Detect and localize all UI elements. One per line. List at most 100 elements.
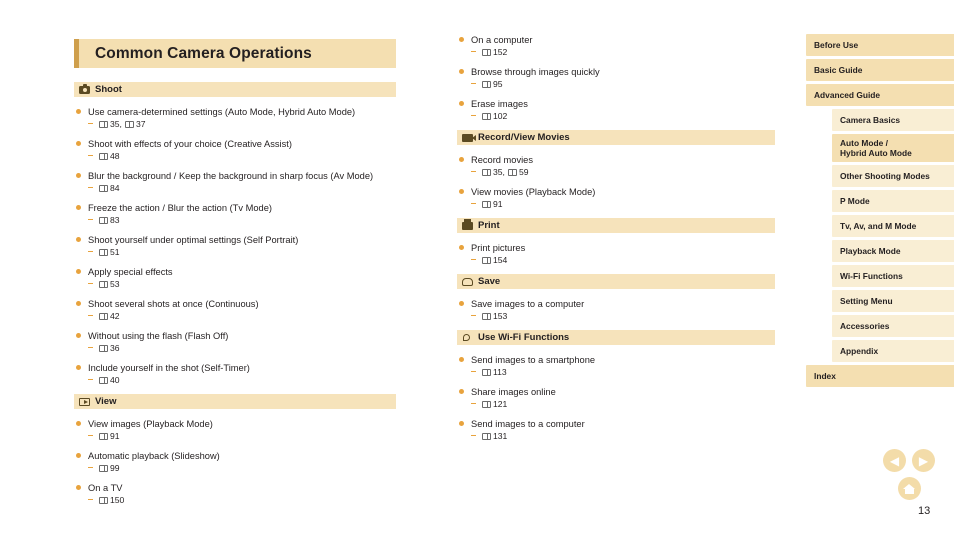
page-reference[interactable]: 152	[482, 47, 507, 57]
toc-entry[interactable]: On a computer 152	[457, 34, 775, 57]
page-reference[interactable]: 84	[99, 183, 120, 193]
page-reference-number: 102	[493, 111, 508, 121]
nav-item-other-shooting-modes[interactable]: Other Shooting Modes	[832, 165, 954, 187]
toc-entry[interactable]: On a TV 150	[74, 482, 396, 505]
prev-page-button[interactable]: ◀	[883, 449, 906, 472]
page-reference-number: 84	[110, 183, 120, 193]
page-reference-number: 95	[493, 79, 503, 89]
toc-entry[interactable]: Include yourself in the shot (Self-Timer…	[74, 362, 396, 385]
page-reference[interactable]: 121	[482, 399, 507, 409]
book-icon	[99, 185, 108, 192]
toc-entry[interactable]: Print pictures 154	[457, 242, 775, 265]
toc-entry-label: Send images to a smartphone	[471, 355, 596, 365]
page-reference[interactable]: 83	[99, 215, 120, 225]
toc-entry[interactable]: Shoot several shots at once (Continuous)…	[74, 298, 396, 321]
page-reference[interactable]: 113	[482, 367, 507, 377]
page-title-banner: Common Camera Operations	[74, 39, 396, 68]
page-reference-number: 35,	[493, 167, 505, 177]
home-button[interactable]	[898, 477, 921, 500]
book-icon	[99, 313, 108, 320]
nav-item-basic-guide[interactable]: Basic Guide	[806, 59, 954, 81]
toc-entry[interactable]: Shoot yourself under optimal settings (S…	[74, 234, 396, 257]
section-header-view: View	[74, 394, 396, 409]
page-reference[interactable]: 154	[482, 255, 507, 265]
toc-entry[interactable]: Automatic playback (Slideshow) 99	[74, 450, 396, 473]
book-icon	[99, 153, 108, 160]
page-reference[interactable]: 40	[99, 375, 120, 385]
toc-entry[interactable]: Save images to a computer 153	[457, 298, 775, 321]
toc-entry-refs: 95	[471, 79, 775, 89]
book-icon	[99, 281, 108, 288]
page-reference[interactable]: 42	[99, 311, 120, 321]
nav-item-label: Camera Basics	[840, 115, 901, 125]
book-icon	[99, 377, 108, 384]
page-reference[interactable]: 35,	[99, 119, 122, 129]
page-reference[interactable]: 131	[482, 431, 507, 441]
page-reference[interactable]: 150	[99, 495, 124, 505]
page-reference[interactable]: 91	[99, 431, 120, 441]
toc-entry-label: View movies (Playback Mode)	[471, 187, 596, 197]
toc-entry-refs: 153	[471, 311, 775, 321]
toc-entry[interactable]: Without using the flash (Flash Off) 36	[74, 330, 396, 353]
toc-entry[interactable]: Send images to a computer 131	[457, 418, 775, 441]
nav-item-auto-mode-hybrid-auto-mode[interactable]: Auto Mode / Hybrid Auto Mode	[832, 134, 954, 162]
nav-item-advanced-guide[interactable]: Advanced Guide	[806, 84, 954, 106]
toc-entry-label: Without using the flash (Flash Off)	[88, 331, 229, 341]
bullet-icon	[76, 269, 81, 274]
toc-entry[interactable]: Blur the background / Keep the backgroun…	[74, 170, 396, 193]
page-reference[interactable]: 95	[482, 79, 503, 89]
nav-item-before-use[interactable]: Before Use	[806, 34, 954, 56]
nav-item-label: Advanced Guide	[814, 90, 881, 100]
nav-item-appendix[interactable]: Appendix	[832, 340, 954, 362]
nav-item-accessories[interactable]: Accessories	[832, 315, 954, 337]
section-label: Record/View Movies	[478, 132, 570, 143]
nav-item-index[interactable]: Index	[806, 365, 954, 387]
page-reference[interactable]: 91	[482, 199, 503, 209]
dash-icon	[88, 219, 93, 220]
book-icon	[482, 49, 491, 56]
page-reference[interactable]: 37	[124, 119, 146, 129]
nav-item-label: Auto Mode / Hybrid Auto Mode	[840, 138, 912, 158]
camera-icon	[78, 83, 91, 95]
toc-entry[interactable]: View movies (Playback Mode) 91	[457, 186, 775, 209]
book-icon	[99, 249, 108, 256]
nav-item-playback-mode[interactable]: Playback Mode	[832, 240, 954, 262]
page-reference-number: 91	[110, 431, 120, 441]
nav-item-camera-basics[interactable]: Camera Basics	[832, 109, 954, 131]
dash-icon	[471, 115, 476, 116]
page-reference[interactable]: 153	[482, 311, 507, 321]
bullet-icon	[76, 109, 81, 114]
toc-entry[interactable]: Apply special effects 53	[74, 266, 396, 289]
dash-icon	[88, 467, 93, 468]
next-page-button[interactable]: ▶	[912, 449, 935, 472]
home-icon	[903, 483, 916, 494]
dash-icon	[88, 435, 93, 436]
toc-entry[interactable]: Share images online 121	[457, 386, 775, 409]
toc-entry[interactable]: Use camera-determined settings (Auto Mod…	[74, 106, 396, 129]
bullet-icon	[459, 389, 464, 394]
nav-item-p-mode[interactable]: P Mode	[832, 190, 954, 212]
toc-entry[interactable]: Freeze the action / Blur the action (Tv …	[74, 202, 396, 225]
toc-entry[interactable]: Erase images 102	[457, 98, 775, 121]
toc-entry-label: Shoot several shots at once (Continuous)	[88, 299, 259, 309]
dash-icon	[471, 435, 476, 436]
nav-item-tv-av-and-m-mode[interactable]: Tv, Av, and M Mode	[832, 215, 954, 237]
page-reference[interactable]: 35,	[482, 167, 505, 177]
page-reference[interactable]: 102	[482, 111, 507, 121]
book-icon	[482, 401, 491, 408]
nav-item-wi-fi-functions[interactable]: Wi-Fi Functions	[832, 265, 954, 287]
toc-entry-refs: 150	[88, 495, 396, 505]
toc-entry[interactable]: Browse through images quickly 95	[457, 66, 775, 89]
toc-entry-refs: 35, 37	[88, 119, 396, 129]
page-reference[interactable]: 59	[507, 167, 529, 177]
toc-entry[interactable]: View images (Playback Mode) 91	[74, 418, 396, 441]
toc-entry[interactable]: Record movies 35, 59	[457, 154, 775, 177]
page-reference[interactable]: 99	[99, 463, 120, 473]
page-reference[interactable]: 53	[99, 279, 120, 289]
toc-entry[interactable]: Shoot with effects of your choice (Creat…	[74, 138, 396, 161]
page-reference[interactable]: 36	[99, 343, 120, 353]
toc-entry[interactable]: Send images to a smartphone 113	[457, 354, 775, 377]
nav-item-setting-menu[interactable]: Setting Menu	[832, 290, 954, 312]
page-reference[interactable]: 48	[99, 151, 120, 161]
page-reference[interactable]: 51	[99, 247, 120, 257]
